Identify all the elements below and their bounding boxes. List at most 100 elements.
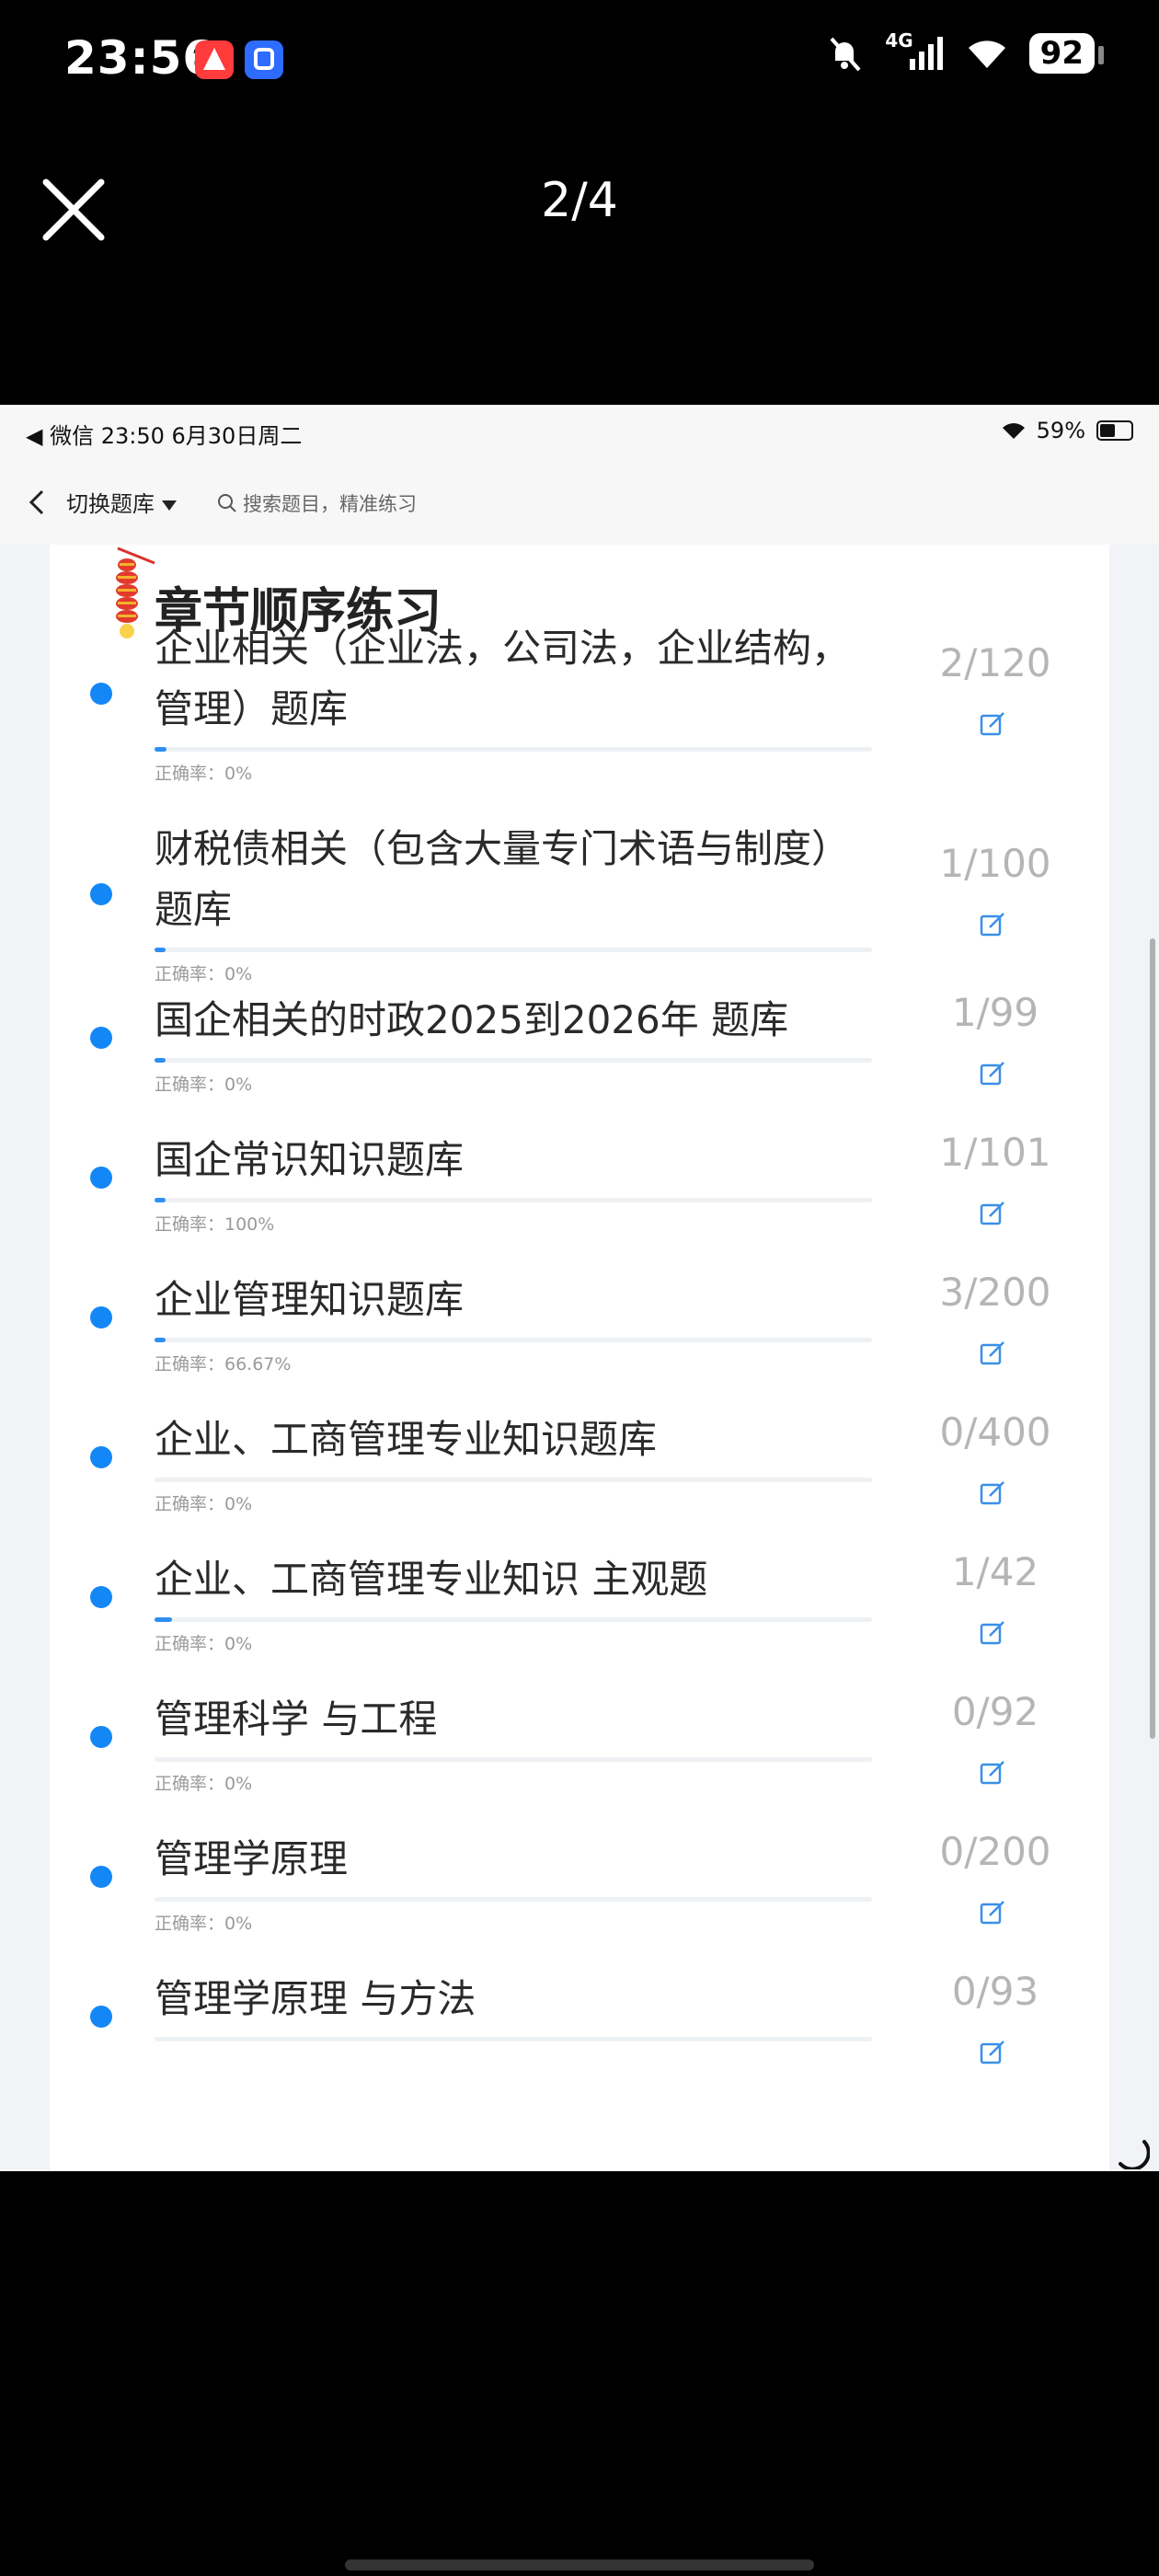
chapter-item[interactable]: 企业相关（企业法，公司法，企业结构，管理）题库 正确率：0% 2/120 <box>50 618 1109 784</box>
progress-count: 1/42 <box>951 1549 1039 1594</box>
progress-bar <box>155 1338 872 1342</box>
progress-fill <box>155 747 167 752</box>
edit-icon[interactable] <box>979 1340 1006 1367</box>
chapter-item[interactable]: 企业管理知识题库正确率：66.67% 3/200 <box>50 1270 1109 1408</box>
accuracy-text: 正确率：0% <box>155 964 253 984</box>
edit-icon[interactable] <box>979 911 1006 938</box>
progress-count: 3/200 <box>939 1270 1051 1315</box>
switch-question-bank-button[interactable]: 切换题库 <box>66 486 177 518</box>
accuracy-text: 正确率：0% <box>155 1774 253 1794</box>
search-placeholder: 搜索题目，精准练习 <box>243 493 417 515</box>
chapter-item[interactable]: 企业、工商管理专业知识题库正确率：0% 0/400 <box>50 1409 1109 1547</box>
chapter-title: 国企常识知识题库 <box>155 1137 465 1182</box>
phone-status-bar: 23:56 4G 92 <box>0 0 1159 129</box>
progress-fill <box>155 948 166 952</box>
search-icon <box>218 494 236 512</box>
progress-count: 0/93 <box>951 1969 1039 2014</box>
edit-icon[interactable] <box>979 1759 1006 1787</box>
chapter-item[interactable]: 财税债相关（包含大量专门术语与制度）题库 正确率：0% 1/100 <box>50 819 1109 984</box>
screenshot-nav-bar: 切换题库 搜索题目，精准练习 <box>0 460 1159 545</box>
progress-bar <box>155 948 872 952</box>
accuracy-text: 正确率：0% <box>155 1075 253 1095</box>
loading-spinner-icon <box>1119 2140 1150 2169</box>
edit-icon[interactable] <box>979 1060 1006 1087</box>
battery-indicator: 92 <box>1028 33 1105 74</box>
bullet-dot <box>90 1726 112 1748</box>
image-counter: 2/4 <box>541 173 618 228</box>
app-notification-icon <box>245 40 283 79</box>
viewed-screenshot[interactable]: ◀ 微信 23:50 6月30日周二 59% 切换题库 搜索题目，精准练习 章节… <box>0 405 1159 2171</box>
chapter-title: 管理学原理 与方法 <box>155 1976 476 2021</box>
progress-bar <box>155 1897 872 1902</box>
screenshot-status-bar: ◀ 微信 23:50 6月30日周二 59% <box>0 405 1159 460</box>
progress-fill <box>155 1617 172 1622</box>
progress-count: 0/92 <box>951 1689 1039 1734</box>
accuracy-text: 正确率：66.67% <box>155 1354 292 1374</box>
screenshot-battery-text: 59% <box>1036 418 1085 443</box>
search-input[interactable]: 搜索题目，精准练习 <box>217 482 1119 523</box>
progress-bar <box>155 1058 872 1063</box>
edit-icon[interactable] <box>979 1619 1006 1647</box>
screenshot-status-right: 59% <box>1002 418 1133 443</box>
bullet-dot <box>90 1027 112 1049</box>
progress-bar <box>155 1617 872 1622</box>
chapter-title: 企业、工商管理专业知识题库 <box>155 1417 658 1462</box>
switch-question-bank-label: 切换题库 <box>66 491 155 517</box>
edit-icon[interactable] <box>979 710 1006 738</box>
chapter-item[interactable]: 国企相关的时政2025到2026年 题库正确率：0% 1/99 <box>50 990 1109 1128</box>
chapter-item[interactable]: 管理学原理正确率：0% 0/200 <box>50 1829 1109 1967</box>
edit-icon[interactable] <box>979 2039 1006 2066</box>
progress-bar <box>155 1478 872 1482</box>
wifi-icon <box>1002 423 1025 439</box>
accuracy-text: 正确率：0% <box>155 764 253 784</box>
accuracy-text: 正确率：0% <box>155 1634 253 1654</box>
network-icon: 4G <box>885 29 913 52</box>
progress-count: 1/101 <box>939 1130 1051 1175</box>
signal-icon <box>909 37 943 70</box>
progress-count: 0/400 <box>939 1409 1051 1455</box>
back-chevron-icon[interactable] <box>24 486 50 519</box>
bullet-dot <box>90 1866 112 1888</box>
progress-fill <box>155 1338 166 1342</box>
status-icons: 4G 92 <box>824 29 1105 74</box>
chapter-title: 国企相关的时政2025到2026年 题库 <box>155 997 789 1042</box>
screenshot-status-left: ◀ 微信 23:50 6月30日周二 <box>26 423 303 449</box>
chapter-title: 企业相关（企业法，公司法，企业结构，管理）题库 <box>155 626 851 731</box>
bullet-dot <box>90 883 112 905</box>
progress-bar <box>155 1198 872 1202</box>
bullet-dot <box>90 1306 112 1328</box>
home-indicator[interactable] <box>345 2559 814 2570</box>
app-notification-icon <box>195 40 234 79</box>
chapter-title: 管理科学 与工程 <box>155 1696 438 1742</box>
progress-count: 0/200 <box>939 1829 1051 1874</box>
chapter-item[interactable]: 国企常识知识题库 正确率：100% 1/101 <box>50 1130 1109 1268</box>
chapter-title: 财税债相关（包含大量专门术语与制度）题库 <box>155 826 851 932</box>
progress-bar <box>155 747 872 752</box>
dropdown-triangle-icon <box>162 500 177 511</box>
wifi-icon <box>968 40 1005 68</box>
progress-fill <box>155 1058 166 1063</box>
scrollbar[interactable] <box>1150 938 1155 1739</box>
chapter-item[interactable]: 管理科学 与工程正确率：0% 0/92 <box>50 1689 1109 1827</box>
progress-bar <box>155 2037 872 2041</box>
chapter-item[interactable]: 管理学原理 与方法 0/93 <box>50 1969 1109 2107</box>
chapter-item[interactable]: 企业、工商管理专业知识 主观题正确率：0% 1/42 <box>50 1549 1109 1687</box>
progress-count: 1/99 <box>951 990 1039 1035</box>
edit-icon[interactable] <box>979 1899 1006 1926</box>
bullet-dot <box>90 2006 112 2028</box>
edit-icon[interactable] <box>979 1200 1006 1227</box>
accuracy-text: 正确率：0% <box>155 1914 253 1934</box>
chapter-practice-card: 章节顺序练习 企业相关（企业法，公司法，企业结构，管理）题库 正确率：0% 2/12… <box>50 545 1109 2171</box>
battery-icon <box>1096 420 1133 441</box>
bullet-dot <box>90 1446 112 1468</box>
chapter-title: 管理学原理 <box>155 1836 349 1881</box>
progress-bar <box>155 1757 872 1762</box>
edit-icon[interactable] <box>979 1479 1006 1507</box>
chapter-title: 企业管理知识题库 <box>155 1277 465 1322</box>
bullet-dot <box>90 1167 112 1189</box>
mute-bell-icon <box>830 37 861 72</box>
bullet-dot <box>90 683 112 705</box>
accuracy-text: 正确率：0% <box>155 1494 253 1514</box>
chapter-title: 企业、工商管理专业知识 主观题 <box>155 1557 708 1602</box>
bullet-dot <box>90 1586 112 1608</box>
